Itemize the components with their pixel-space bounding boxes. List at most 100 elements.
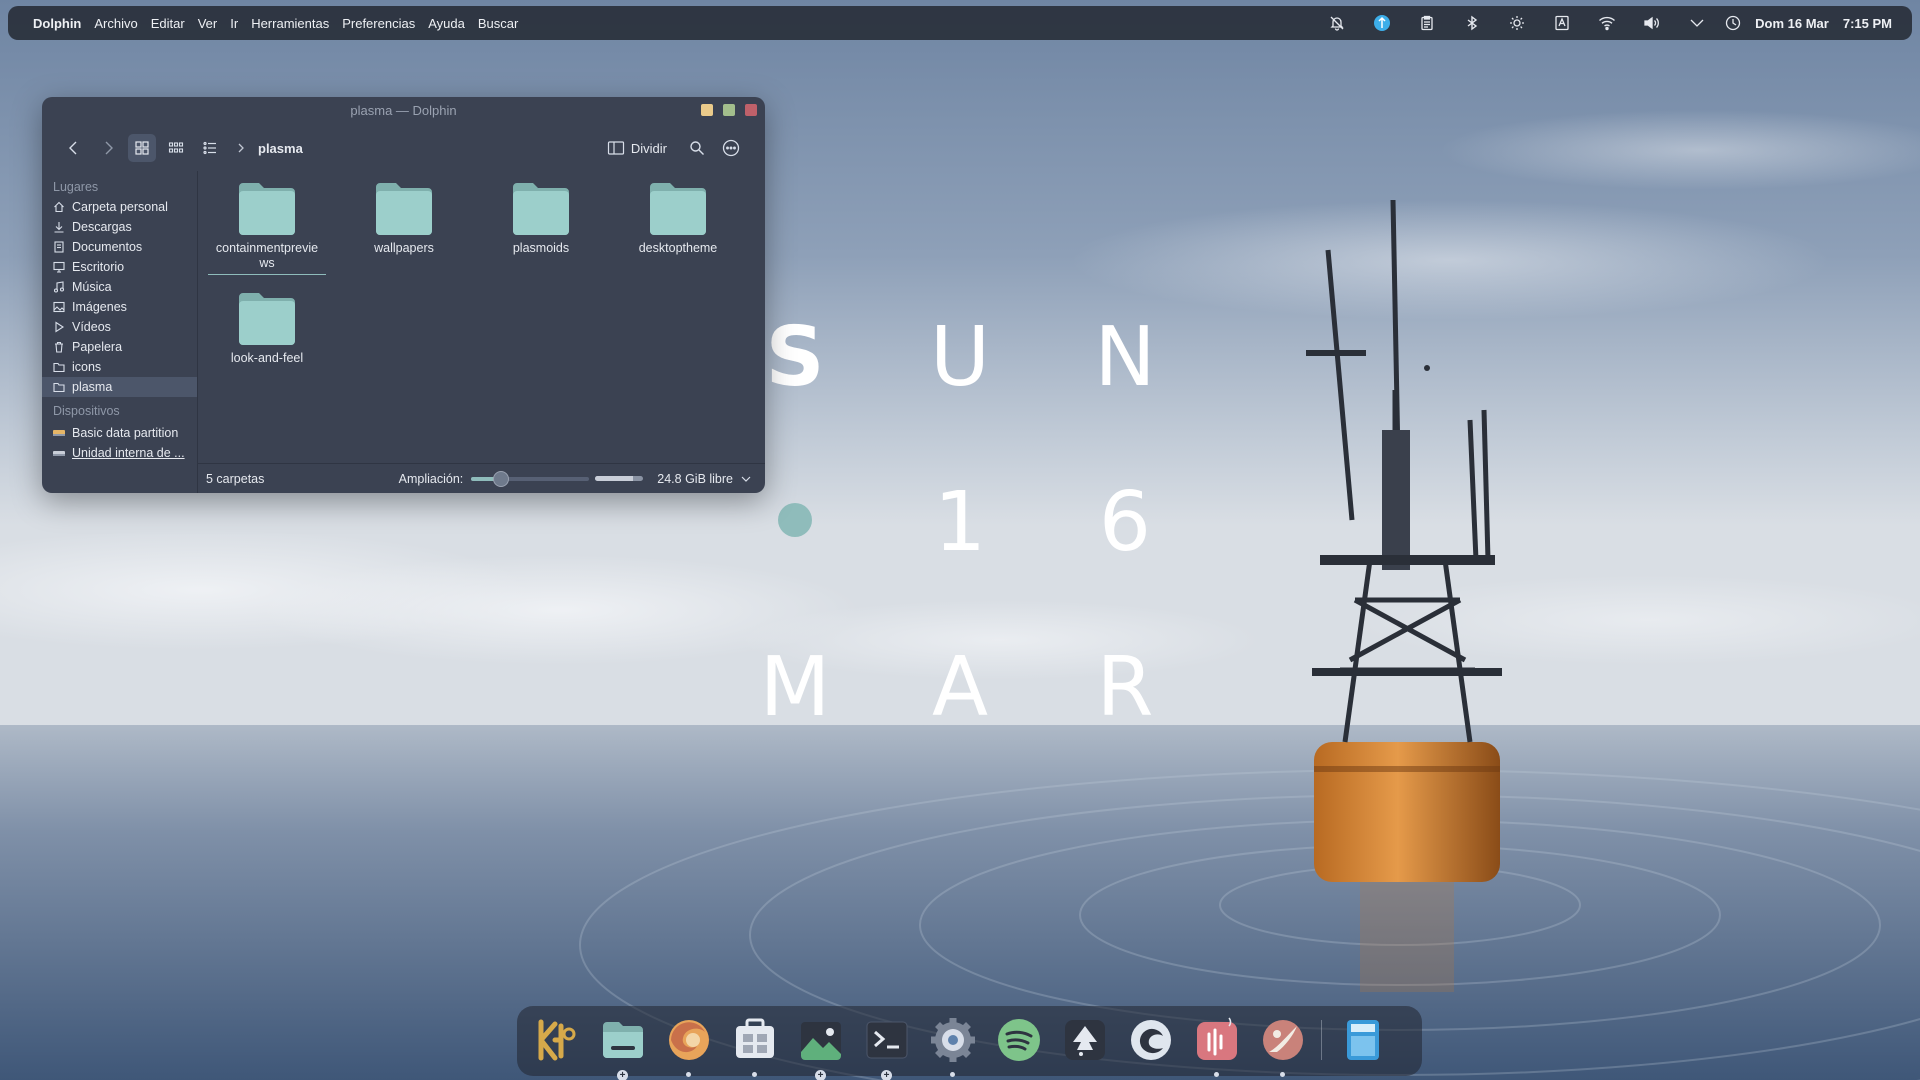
folder-icon <box>511 181 571 237</box>
dock-app-konsole[interactable]: + <box>863 1016 911 1080</box>
sidebar-item-downloads[interactable]: Descargas <box>42 217 197 237</box>
window-title: plasma — Dolphin <box>350 103 457 118</box>
search-icon <box>690 141 704 155</box>
folder-item[interactable]: plasmoids <box>482 181 600 256</box>
folder-name: desktoptheme <box>638 241 718 255</box>
menu-editar[interactable]: Editar <box>151 16 185 31</box>
status-bar: 5 carpetas Ampliación: 24.8 GiB libre <box>198 463 765 493</box>
bell-icon[interactable] <box>1327 13 1347 33</box>
sidebar-item-trash[interactable]: Papelera <box>42 337 197 357</box>
brightness-icon[interactable] <box>1507 13 1527 33</box>
more-options-button[interactable] <box>717 134 745 162</box>
sidebar-item-plasma[interactable]: plasma <box>42 377 197 397</box>
breadcrumb-chevron-icon[interactable] <box>236 141 246 156</box>
menu-archivo[interactable]: Archivo <box>94 16 137 31</box>
night-light-icon[interactable] <box>1723 13 1743 33</box>
bluetooth-icon[interactable] <box>1462 13 1482 33</box>
zoom-slider[interactable] <box>471 470 590 487</box>
discover-icon <box>736 1018 774 1058</box>
menu-ir[interactable]: Ir <box>230 16 238 31</box>
sidebar-item-label: Documentos <box>72 240 143 254</box>
dock-app-gwenview[interactable]: + <box>797 1016 845 1080</box>
dock-app-dolphin[interactable]: + <box>599 1016 647 1080</box>
menu-buscar[interactable]: Buscar <box>478 16 518 31</box>
split-button[interactable]: Dividir <box>607 140 667 156</box>
clipboard-icon[interactable] <box>1417 13 1437 33</box>
dock-app-kde[interactable] <box>533 1016 581 1064</box>
menu-ayuda[interactable]: Ayuda <box>428 16 465 31</box>
sidebar-item-desktop[interactable]: Escritorio <box>42 257 197 277</box>
chevron-down-icon[interactable] <box>1687 13 1707 33</box>
video-icon <box>52 320 66 334</box>
view-compact-button[interactable] <box>162 134 190 162</box>
top-panel: Dolphin Archivo Editar Ver Ir Herramient… <box>8 6 1912 40</box>
more-icon <box>722 139 740 157</box>
minimize-button[interactable] <box>701 104 713 116</box>
calculator-icon <box>1347 1020 1379 1060</box>
dock-app-system-settings[interactable] <box>929 1016 977 1077</box>
folder-item[interactable]: containmentpreviews <box>208 181 326 275</box>
system-tray: Dom 16 Mar 7:15 PM <box>1302 13 1912 33</box>
sidebar-item-home[interactable]: Carpeta personal <box>42 197 197 217</box>
maximize-button[interactable] <box>723 104 735 116</box>
running-indicator <box>686 1072 691 1077</box>
panel-clock[interactable]: Dom 16 Mar 7:15 PM <box>1755 16 1892 31</box>
sidebar-item-label: Música <box>72 280 112 294</box>
view-icons-button[interactable] <box>128 134 156 162</box>
sidebar-item-label: Imágenes <box>72 300 127 314</box>
sidebar-item-documents[interactable]: Documentos <box>42 237 197 257</box>
close-button[interactable] <box>745 104 757 116</box>
zoom-slider-handle[interactable] <box>493 470 510 487</box>
file-view[interactable]: containmentpreviews wallpapers plasmoids… <box>198 171 765 493</box>
dock-app-inkscape[interactable] <box>1061 1016 1109 1064</box>
sidebar-item-basic-partition[interactable]: Basic data partition <box>42 423 197 443</box>
spotify-icon <box>998 1019 1040 1061</box>
sidebar-item-label: Vídeos <box>72 320 111 334</box>
menu-preferencias[interactable]: Preferencias <box>342 16 415 31</box>
dock-app-edge[interactable] <box>1127 1016 1175 1064</box>
breadcrumb-current[interactable]: plasma <box>258 141 303 156</box>
sidebar-item-images[interactable]: Imágenes <box>42 297 197 317</box>
sidebar-item-internal-drive[interactable]: Unidad interna de ... <box>42 443 197 463</box>
folder-name: wallpapers <box>374 241 434 255</box>
app-name[interactable]: Dolphin <box>33 16 81 31</box>
gwenview-icon <box>801 1022 841 1060</box>
dock-panel: + + + <box>517 1006 1422 1080</box>
system-settings-icon <box>931 1018 975 1062</box>
dock-app-spotify[interactable] <box>995 1016 1043 1064</box>
edge-icon <box>1131 1020 1171 1060</box>
home-icon <box>52 200 66 214</box>
back-button[interactable] <box>60 134 88 162</box>
view-details-button[interactable] <box>196 134 224 162</box>
dock-app-krita[interactable] <box>1259 1016 1307 1077</box>
volume-icon[interactable] <box>1642 13 1662 33</box>
inkscape-icon <box>1065 1020 1105 1060</box>
menu-ver[interactable]: Ver <box>198 16 218 31</box>
folder-item[interactable]: desktoptheme <box>619 181 737 256</box>
wifi-icon[interactable] <box>1597 13 1617 33</box>
dock-app-calculator[interactable] <box>1339 1016 1387 1064</box>
running-indicator <box>1280 1072 1285 1077</box>
places-panel: Lugares Carpeta personal Descargas Docum… <box>42 171 198 493</box>
folder-item[interactable]: look-and-feel <box>208 291 326 366</box>
forward-button[interactable] <box>94 134 122 162</box>
sidebar-item-music[interactable]: Música <box>42 277 197 297</box>
free-space-button[interactable]: 24.8 GiB libre <box>657 472 751 486</box>
free-space-label: 24.8 GiB libre <box>657 471 733 486</box>
kde-connect-icon[interactable] <box>1372 13 1392 33</box>
menu-herramientas[interactable]: Herramientas <box>251 16 329 31</box>
search-button[interactable] <box>683 134 711 162</box>
sidebar-item-label: Carpeta personal <box>72 200 168 214</box>
dock-app-firefox[interactable] <box>665 1016 713 1077</box>
dock-app-audio[interactable] <box>1193 1016 1241 1077</box>
window-titlebar[interactable]: plasma — Dolphin <box>42 97 765 125</box>
sidebar-item-icons[interactable]: icons <box>42 357 197 377</box>
drive-icon <box>52 446 66 460</box>
folder-item[interactable]: wallpapers <box>345 181 463 256</box>
split-label: Dividir <box>630 140 667 156</box>
firefox-icon <box>669 1020 709 1060</box>
dock-app-discover[interactable] <box>731 1016 779 1077</box>
sidebar-item-label: Descargas <box>72 220 132 234</box>
sidebar-item-videos[interactable]: Vídeos <box>42 317 197 337</box>
keyboard-layout-icon[interactable] <box>1552 13 1572 33</box>
